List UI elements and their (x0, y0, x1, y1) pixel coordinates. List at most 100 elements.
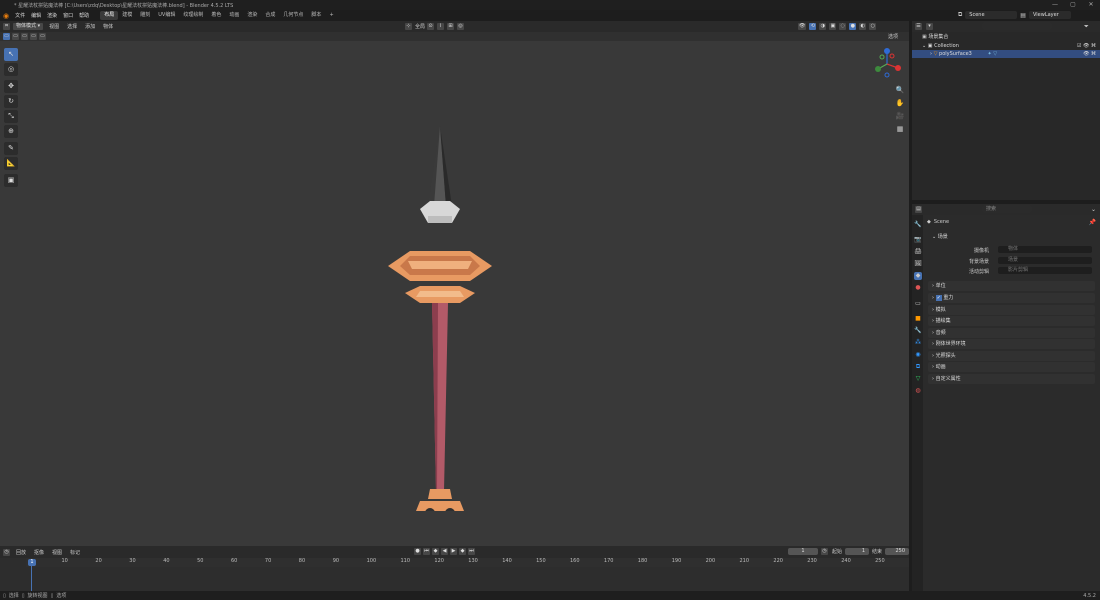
collection-row[interactable]: ⌄ ▣ Collection ☑ 👁 ⌘ (912, 42, 1100, 50)
next-keyframe-icon[interactable]: ◆ (459, 548, 466, 555)
view-layer-tab-icon[interactable]: 🖼 (914, 260, 922, 268)
transform-orientation[interactable]: 全局 (415, 23, 425, 30)
background-scene-field[interactable]: 场景 (998, 257, 1092, 264)
shading-solid-icon[interactable]: ● (849, 23, 857, 30)
collection-tab-icon[interactable]: ▭ (914, 300, 922, 308)
panel-custom-props[interactable]: › 自定义属性 (928, 374, 1095, 384)
gizmo-neg-y[interactable] (879, 54, 885, 60)
panel-rigid-body[interactable]: › 刚体世界环境 (928, 339, 1095, 349)
gizmo-y-axis[interactable] (875, 66, 881, 72)
navigation-gizmo[interactable] (870, 47, 904, 81)
properties-search[interactable]: 搜索 (982, 205, 1032, 213)
tab-rendering[interactable]: 渲染 (243, 11, 261, 20)
scale-tool-icon[interactable]: ⤡ (4, 110, 18, 123)
overlay-toggle-icon[interactable]: ◑ (819, 23, 827, 30)
gizmo-toggle-icon[interactable]: ⟲ (809, 23, 817, 30)
scene-collection-row[interactable]: ▣ 场景集合 (912, 33, 1100, 41)
staff-model[interactable] (380, 121, 500, 511)
menu-edit[interactable]: 编辑 (28, 12, 44, 19)
prev-keyframe-icon[interactable]: ◆ (432, 548, 439, 555)
select-invert-icon[interactable]: ▭ (30, 33, 37, 40)
tab-texture-paint[interactable]: 纹理绘制 (179, 11, 207, 20)
ortho-toggle-icon[interactable]: ▦ (895, 124, 905, 134)
panel-simulation[interactable]: › 模拟 (928, 305, 1095, 315)
menu-timeline-view[interactable]: 视图 (49, 549, 65, 556)
select-extend-icon[interactable]: ▭ (12, 33, 19, 40)
expand-arrow-icon[interactable]: › (930, 51, 932, 57)
jump-end-icon[interactable]: ⏭ (468, 548, 475, 555)
filter-icon[interactable]: ⏷ (1084, 23, 1089, 31)
blender-logo-icon[interactable]: ◉ (3, 12, 9, 20)
gizmo-neg-x[interactable] (889, 53, 895, 59)
object-row[interactable]: › ▽ polySurface3 ✦ ▽ 👁 ⌘ (912, 50, 1100, 58)
playhead[interactable]: 1 (28, 559, 36, 566)
play-icon[interactable]: ▶ (450, 548, 457, 555)
view-layer-selector[interactable]: ViewLayer (1028, 11, 1071, 19)
tab-modeling[interactable]: 建模 (118, 11, 136, 20)
menu-add[interactable]: 添加 (82, 23, 98, 30)
tool-tab-icon[interactable]: 🔧 (914, 221, 922, 229)
snap-icon[interactable]: ⌇ (437, 23, 445, 30)
active-clip-field[interactable]: 影片剪辑 (998, 267, 1092, 274)
cursor-tool-icon[interactable]: ◎ (4, 63, 18, 76)
transform-tool-icon[interactable]: ⊕ (4, 125, 18, 138)
tab-shading[interactable]: 着色 (207, 11, 225, 20)
modifier-tab-icon[interactable]: 🔧 (914, 327, 922, 335)
scene-tab-icon[interactable]: ◆ (914, 272, 922, 280)
output-tab-icon[interactable]: 🖨 (914, 248, 922, 256)
timeline-editor-icon[interactable]: ◷ (3, 548, 10, 556)
minimize-button[interactable]: — (1046, 0, 1064, 10)
tab-animation[interactable]: 动画 (225, 11, 243, 20)
tab-uv-editing[interactable]: UV编辑 (154, 11, 179, 20)
shading-material-icon[interactable]: ◐ (859, 23, 867, 30)
visibility-icon[interactable]: 👁 (798, 23, 807, 30)
menu-view[interactable]: 视图 (46, 23, 62, 30)
shading-rendered-icon[interactable]: ○ (869, 23, 877, 30)
tab-scripting[interactable]: 脚本 (307, 11, 325, 20)
menu-playback[interactable]: 回放 (13, 549, 29, 556)
expand-arrow-icon[interactable]: ⌄ (922, 43, 926, 49)
orientation-icon[interactable]: ⊹ (405, 23, 412, 30)
panel-gravity[interactable]: › ✓ 重力 (928, 293, 1095, 303)
menu-help[interactable]: 帮助 (76, 12, 92, 19)
scene-selector[interactable]: Scene (965, 11, 1018, 19)
menu-keying[interactable]: 抠像 (31, 549, 47, 556)
gravity-checkbox[interactable]: ✓ (935, 295, 942, 301)
panel-audio[interactable]: › 音频 (928, 328, 1095, 338)
select-tool-icon[interactable]: ↖ (4, 48, 18, 61)
shading-wireframe-icon[interactable]: ◌ (839, 23, 847, 30)
timeline-ruler[interactable]: 10 20 30 40 50 60 70 80 90 100 110 120 130 140 150 160 1… (26, 558, 909, 567)
pan-hand-icon[interactable]: ✋ (895, 98, 905, 108)
menu-object[interactable]: 物体 (100, 23, 116, 30)
rotate-tool-icon[interactable]: ↻ (4, 95, 18, 108)
add-workspace-button[interactable]: + (325, 11, 337, 20)
end-frame-field[interactable]: 250 (885, 548, 910, 555)
clock-icon[interactable]: ◷ (820, 548, 828, 555)
pivot-icon[interactable]: ⊙ (427, 23, 435, 30)
annotate-tool-icon[interactable]: ✎ (4, 142, 18, 155)
record-icon[interactable]: ● (414, 548, 421, 555)
select-box-icon[interactable]: ▭ (3, 33, 10, 40)
menu-select[interactable]: 选择 (64, 23, 80, 30)
object-tab-icon[interactable]: ■ (914, 315, 922, 323)
close-button[interactable]: ✕ (1082, 0, 1100, 10)
scene-section-header[interactable]: ⌄ 场景 (928, 232, 1095, 242)
properties-options-icon[interactable]: ⌄ (1091, 206, 1096, 213)
panel-keying-sets[interactable]: › 描绘集 (928, 316, 1095, 326)
gizmo-x-axis[interactable] (895, 65, 901, 71)
play-reverse-icon[interactable]: ◀ (441, 548, 448, 555)
panel-light-probes[interactable]: › 光照探头 (928, 351, 1095, 361)
visibility-eye-icon[interactable]: ☑ 👁 ⌘ (1077, 42, 1096, 50)
constraints-tab-icon[interactable]: ⧉ (914, 363, 922, 371)
gizmo-z-axis[interactable] (884, 48, 890, 54)
maximize-button[interactable]: ▢ (1064, 0, 1082, 10)
select-intersect-icon[interactable]: ▭ (39, 33, 46, 40)
snap-target-icon[interactable]: ⊞ (447, 23, 455, 30)
camera-field[interactable]: 物体 (998, 246, 1092, 253)
pin-icon[interactable]: 📌 (1089, 219, 1096, 226)
editor-type-button[interactable]: ⌗ (3, 23, 10, 30)
outliner-editor-icon[interactable]: ☰ (915, 23, 922, 30)
select-subtract-icon[interactable]: ▭ (21, 33, 28, 40)
menu-marker[interactable]: 标记 (67, 549, 83, 556)
proportional-edit-icon[interactable]: ◎ (457, 23, 465, 30)
